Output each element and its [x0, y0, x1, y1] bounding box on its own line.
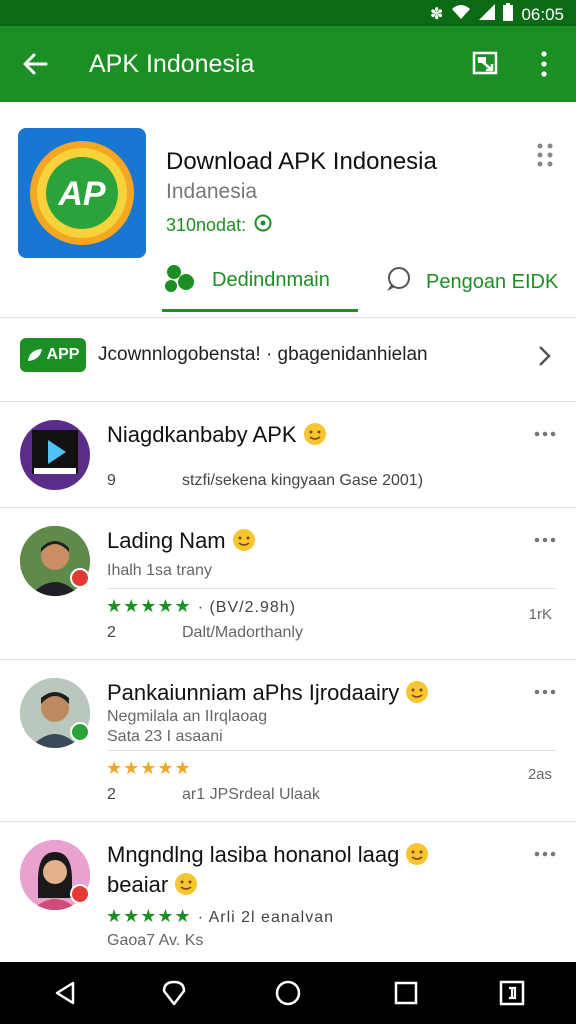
tab-members[interactable]: Dedindnmain	[162, 252, 358, 312]
battery-icon	[503, 3, 514, 27]
item-title-text: Mngndlng lasiba honanol laag	[107, 842, 400, 867]
app-icon-letters: AP	[57, 175, 106, 213]
cast-icon[interactable]	[472, 50, 498, 76]
rating-text: · Arli 2l eanalvan	[197, 909, 334, 926]
nav-back-icon[interactable]	[52, 979, 80, 1007]
item-title: Niagdkanbaby APK	[107, 422, 327, 448]
nav-home-icon[interactable]	[274, 979, 302, 1007]
item-subtitle: Negmilala an IIrqlaoag	[107, 708, 268, 725]
more-options-icon[interactable]	[534, 684, 556, 695]
more-options-icon[interactable]	[534, 846, 556, 857]
app-meta: 310nodat:	[166, 214, 272, 237]
smile-emoji-icon	[232, 528, 256, 552]
tab-reviews[interactable]: Pengoan EIDK	[384, 252, 564, 312]
divider	[107, 588, 556, 589]
app-badge: APP	[20, 338, 86, 372]
list-item[interactable]: Niagdkanbaby APK 9 stzfi/sekena kingyaan…	[0, 402, 576, 508]
drag-handle-icon[interactable]	[536, 142, 554, 168]
item-title: Pankaiunniam aPhs Ijrodaairy	[107, 680, 429, 706]
item-detail: stzfi/sekena kingyaan Gase 2001)	[182, 472, 424, 489]
vibrate-icon: ✽	[430, 6, 444, 23]
verified-badge-icon	[70, 568, 90, 588]
leaf-icon	[27, 349, 42, 361]
app-meta-text: 310nodat:	[166, 215, 247, 235]
smile-emoji-icon	[174, 872, 198, 896]
signal-icon	[479, 4, 496, 26]
chat-bubble-icon	[384, 265, 412, 299]
page-title: APK Indonesia	[89, 50, 255, 78]
item-subtitle-2: Sata 23 I asaani	[107, 728, 223, 745]
status-time: 06:05	[521, 5, 564, 24]
people-icon	[162, 262, 198, 300]
item-title-line2: beaiar	[107, 872, 198, 898]
item-count: 2	[107, 624, 116, 641]
item-subtitle: Gaoa7 Av. Ks	[107, 932, 204, 949]
item-detail: Dalt/Madorthanly	[182, 624, 303, 641]
more-options-icon[interactable]	[534, 426, 556, 437]
back-arrow-icon[interactable]	[20, 44, 52, 84]
item-title-text: Niagdkanbaby APK	[107, 422, 297, 447]
item-count: 9	[107, 472, 116, 489]
item-title-text: Lading Nam	[107, 528, 226, 553]
rating-row: ★★★★★ · (BV/2.98h)	[106, 596, 296, 617]
list-item[interactable]: Pankaiunniam aPhs Ijrodaairy Negmilala a…	[0, 660, 576, 822]
item-title-text: Pankaiunniam aPhs Ijrodaairy	[107, 680, 400, 705]
star-rating-icon: ★★★★★	[106, 758, 192, 778]
rating-row: ★★★★★ · Arli 2l eanalvan	[106, 906, 334, 927]
item-right-value: 2as	[527, 766, 552, 783]
tab-label: Dedindnmain	[212, 269, 330, 291]
list-item[interactable]: Mngndlng lasiba honanol laag beaiar ★★★★…	[0, 822, 576, 962]
item-title: Lading Nam	[107, 528, 256, 554]
verified-badge-icon	[70, 884, 90, 904]
smile-emoji-icon	[303, 422, 327, 446]
list-item[interactable]: Lading Nam Ihalh 1sa trany ★★★★★ · (BV/2…	[0, 508, 576, 660]
smile-emoji-icon	[405, 680, 429, 704]
divider	[107, 750, 556, 751]
rating-text: · (BV/2.98h)	[197, 599, 296, 616]
app-name: Download APK Indonesia	[166, 148, 437, 175]
smile-emoji-icon	[405, 842, 429, 866]
promo-row[interactable]: APP Jcownnlogobensta! · ɡbagenidanhielan	[0, 318, 576, 402]
item-detail: ar1 JPSrdeal Ulaak	[182, 786, 320, 803]
star-rating-icon: ★★★★★	[106, 906, 192, 926]
item-right-value: 1rK	[528, 606, 552, 623]
avatar	[20, 420, 90, 490]
nav-recents-icon[interactable]	[392, 979, 420, 1007]
app-header: AP Download APK Indonesia Indanesia 310n…	[0, 102, 576, 318]
nav-assistant-icon[interactable]	[160, 979, 188, 1007]
wifi-icon	[451, 4, 471, 26]
status-bar: ✽ 06:05	[0, 0, 576, 26]
info-circle-icon	[254, 214, 272, 237]
app-bar: APK Indonesia	[0, 26, 576, 102]
verified-badge-icon	[70, 722, 90, 742]
app-developer: Indanesia	[166, 180, 258, 203]
item-title-text: beaiar	[107, 872, 169, 897]
status-icons: ✽ 06:05	[430, 3, 564, 27]
star-rating-icon: ★★★★★	[106, 596, 192, 616]
system-nav-bar	[0, 962, 576, 1024]
item-title: Mngndlng lasiba honanol laag	[107, 842, 429, 868]
promo-text: Jcownnlogobensta! · ɡbagenidanhielan	[98, 344, 428, 365]
overflow-menu-icon[interactable]	[536, 48, 552, 80]
app-icon[interactable]: AP	[18, 128, 146, 258]
item-count: 2	[107, 786, 116, 803]
item-subtitle: Ihalh 1sa trany	[107, 562, 212, 579]
nav-screenshot-icon[interactable]	[498, 979, 526, 1007]
chevron-right-icon[interactable]	[536, 344, 552, 368]
tab-label: Pengoan EIDK	[426, 270, 559, 293]
app-badge-label: APP	[46, 346, 80, 363]
more-options-icon[interactable]	[534, 532, 556, 543]
